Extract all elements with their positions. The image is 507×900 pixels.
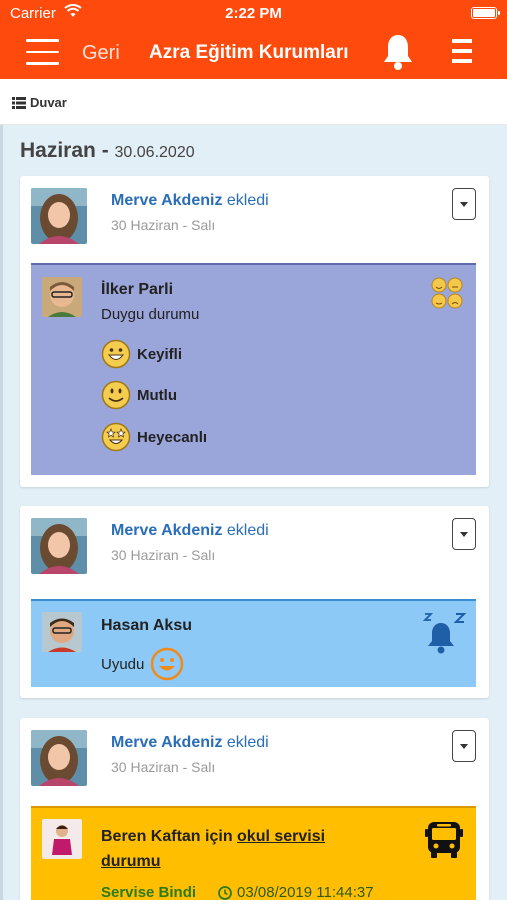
avatar (31, 518, 87, 574)
author-name: Merve Akdeniz (111, 192, 223, 209)
notification-bell-icon[interactable] (381, 32, 415, 77)
author-name: Merve Akdeniz (111, 522, 223, 539)
back-button[interactable]: Geri (82, 42, 120, 65)
action-label: ekledi (222, 522, 269, 539)
student-photo (42, 819, 82, 859)
student-photo (42, 612, 82, 652)
timestamp-group: 03/08/2019 11:44:37 (218, 884, 374, 900)
mood-label: Keyifli (137, 345, 183, 363)
page-title: Azra Eğitim Kurumları (149, 42, 349, 63)
emotions-icon (431, 277, 465, 316)
smiling-face-icon (101, 380, 131, 410)
post-author[interactable]: Merve Akdeniz ekledi (111, 192, 269, 210)
wall-link[interactable]: Duvar (12, 95, 67, 110)
student-name-prefix: Beren Kaftan için (101, 828, 238, 845)
list-icon (12, 96, 26, 109)
author-name: Merve Akdeniz (111, 734, 223, 751)
panel-subtitle: Duygu durumu (101, 306, 200, 323)
boarded-status: Servise Bindi (101, 884, 197, 900)
activity-panel: İlker Parli Duygu durumu Keyifli Mutlu H… (31, 263, 476, 475)
student-photo (42, 277, 82, 317)
options-menu-icon[interactable] (452, 39, 472, 67)
post-card: Merve Akdeniz ekledi 30 Haziran - Salı B… (20, 718, 489, 900)
grinning-face-icon (101, 339, 131, 369)
activity-panel: Hasan Aksu Uyudu (31, 599, 476, 687)
smiling-face-outline-icon (151, 647, 184, 681)
clock-icon (218, 885, 232, 900)
sleep-status-label: Uyudu (101, 655, 145, 673)
post-options-dropdown[interactable] (452, 188, 476, 220)
section-header: Haziran - 30.06.2020 (20, 139, 195, 163)
student-name: İlker Parli (101, 281, 174, 298)
clock: 2:22 PM (225, 5, 282, 22)
post-author[interactable]: Merve Akdeniz ekledi (111, 734, 269, 752)
student-name: Hasan Aksu (101, 617, 192, 634)
action-label: ekledi (222, 734, 269, 751)
service-timestamp: 03/08/2019 11:44:37 (237, 884, 374, 900)
mood-item: Heyecanlı (101, 422, 207, 452)
service-status: Servise Bindi 03/08/2019 11:44:37 (101, 884, 374, 900)
service-status-link[interactable]: okul servisi (237, 828, 325, 845)
mood-label: Mutlu (137, 386, 177, 404)
avatar (31, 730, 87, 786)
action-label: ekledi (222, 192, 269, 209)
post-date: 30 Haziran - Salı (111, 547, 216, 563)
service-status-link-cont[interactable]: durumu (101, 853, 161, 870)
post-date: 30 Haziran - Salı (111, 217, 216, 233)
section-month: Haziran (20, 139, 96, 162)
bus-icon (423, 819, 465, 866)
battery-icon (471, 7, 500, 19)
post-options-dropdown[interactable] (452, 518, 476, 550)
mood-item: Keyifli (101, 339, 182, 369)
post-card: Merve Akdeniz ekledi 30 Haziran - Salı H… (20, 506, 489, 698)
sub-toolbar: Duvar (0, 79, 507, 125)
panel-subtitle: Uyudu (101, 647, 184, 681)
top-navbar: Geri Azra Eğitim Kurumları (0, 28, 507, 79)
section-date: 30.06.2020 (114, 144, 195, 161)
avatar (31, 188, 87, 244)
service-title: Beren Kaftan için okul servisi durumu (101, 824, 325, 874)
timeline-line (0, 125, 3, 900)
mood-label: Heyecanlı (137, 428, 208, 446)
post-author[interactable]: Merve Akdeniz ekledi (111, 522, 269, 540)
wall-label: Duvar (30, 95, 67, 110)
hamburger-menu-icon[interactable] (26, 39, 59, 65)
post-options-dropdown[interactable] (452, 730, 476, 762)
sleep-bell-icon (422, 613, 467, 660)
post-card: Merve Akdeniz ekledi 30 Haziran - Salı İ… (20, 176, 489, 487)
star-struck-face-icon (101, 422, 131, 452)
section-separator: - (95, 139, 115, 162)
activity-panel: Beren Kaftan için okul servisi durumu Se… (31, 806, 476, 900)
mood-item: Mutlu (101, 380, 177, 410)
post-date: 30 Haziran - Salı (111, 759, 216, 775)
status-bar: Carrier 2:22 PM (0, 0, 507, 28)
